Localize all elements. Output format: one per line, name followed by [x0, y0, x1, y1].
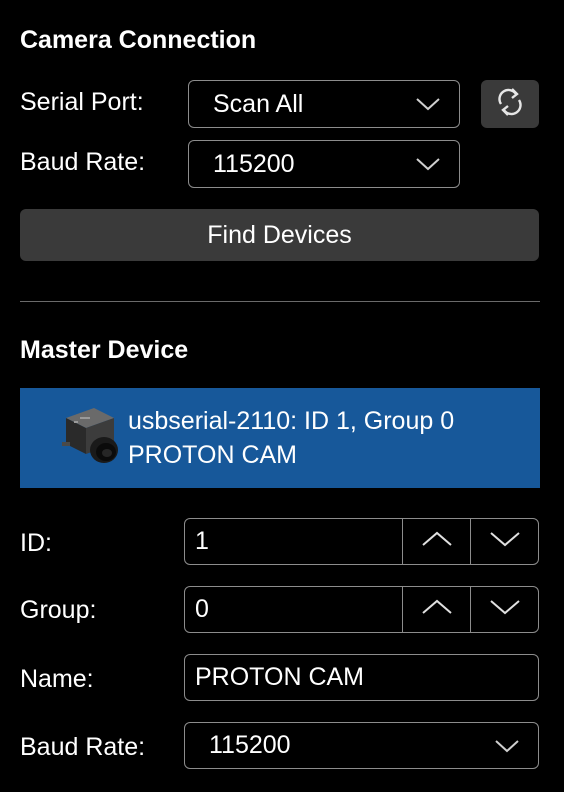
device-title: usbserial-2110: ID 1, Group 0: [128, 407, 455, 435]
chevron-up-icon: [421, 598, 453, 621]
find-devices-label: Find Devices: [207, 220, 352, 249]
device-baud-rate-label: Baud Rate:: [20, 733, 146, 761]
device-baud-rate-select[interactable]: 115200: [184, 722, 539, 769]
group-increment-button[interactable]: [402, 587, 470, 632]
refresh-icon: [495, 86, 525, 123]
baud-rate-label: Baud Rate:: [20, 148, 146, 176]
name-input[interactable]: PROTON CAM: [185, 663, 538, 692]
device-list-item-selected[interactable]: usbserial-2110: ID 1, Group 0 PROTON CAM: [20, 388, 540, 488]
group-spinbox[interactable]: 0: [184, 586, 539, 633]
find-devices-button[interactable]: Find Devices: [20, 209, 539, 261]
device-baud-rate-value: 115200: [209, 731, 291, 759]
camera-icon: [60, 404, 122, 475]
id-spinbox[interactable]: 1: [184, 518, 539, 565]
name-field[interactable]: PROTON CAM: [184, 654, 539, 701]
id-increment-button[interactable]: [402, 519, 470, 564]
chevron-down-icon: [415, 96, 441, 112]
refresh-ports-button[interactable]: [481, 80, 539, 128]
chevron-down-icon: [489, 598, 521, 621]
device-name: PROTON CAM: [128, 441, 297, 469]
group-decrement-button[interactable]: [470, 587, 538, 632]
id-decrement-button[interactable]: [470, 519, 538, 564]
id-input[interactable]: 1: [185, 527, 402, 556]
group-input[interactable]: 0: [185, 595, 402, 624]
section-divider: [20, 301, 540, 302]
id-label: ID:: [20, 529, 52, 557]
chevron-down-icon: [489, 530, 521, 553]
name-label: Name:: [20, 665, 94, 693]
group-label: Group:: [20, 596, 97, 624]
camera-connection-heading: Camera Connection: [20, 26, 257, 54]
baud-rate-value: 115200: [213, 149, 295, 178]
serial-port-label: Serial Port:: [20, 88, 144, 116]
chevron-up-icon: [421, 530, 453, 553]
serial-port-value: Scan All: [213, 89, 304, 118]
serial-port-select[interactable]: Scan All: [188, 80, 460, 128]
master-device-heading: Master Device: [20, 336, 189, 364]
chevron-down-icon: [494, 738, 520, 754]
baud-rate-select[interactable]: 115200: [188, 140, 460, 188]
chevron-down-icon: [415, 156, 441, 172]
